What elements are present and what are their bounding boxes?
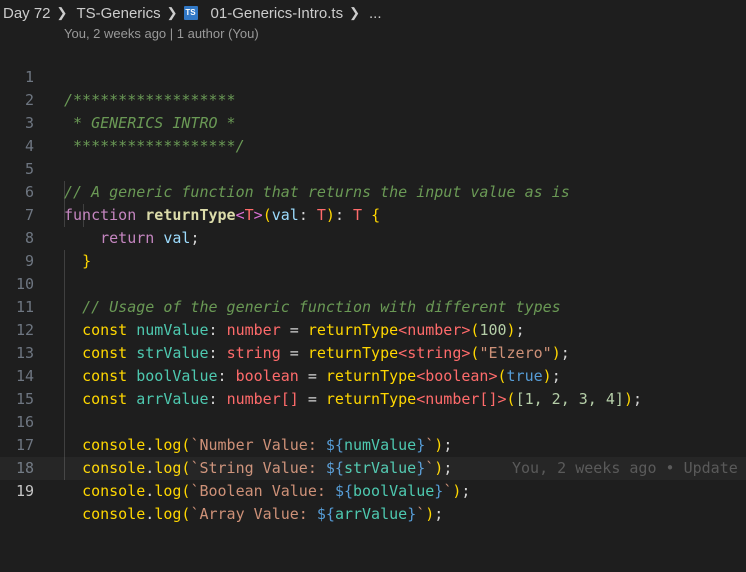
breadcrumb-folder-day72[interactable]: Day 72: [0, 5, 51, 22]
chevron-right-icon: ❯: [349, 5, 360, 20]
breadcrumb-folder-ts-generics[interactable]: TS-Generics: [73, 5, 160, 22]
code-line: 14 const arrValue: number[] = returnType…: [0, 342, 746, 408]
git-blame-inline: You, 2 weeks ago • Update: [512, 459, 738, 477]
code-line: 16 console.log(`Number Value: ${numValue…: [0, 388, 746, 454]
code-line: 11 const numValue: number = returnType<n…: [0, 273, 746, 339]
code-line: 2 * GENERICS INTRO *: [0, 66, 746, 132]
code-line: 8 }: [0, 204, 746, 270]
code-line: 13 const boolValue: boolean = returnType…: [0, 319, 746, 385]
code-line: 6 function returnType<T>(val: T): T {: [0, 158, 746, 224]
chevron-right-icon: ❯: [166, 5, 178, 20]
typescript-file-icon: TS: [183, 6, 198, 20]
code-line: 9: [0, 227, 746, 270]
code-line: 12 const strValue: string = returnType<s…: [0, 296, 746, 362]
git-blame-codelens[interactable]: You, 2 weeks ago | 1 author (You): [64, 26, 259, 43]
code-line: 10 // Usage of the generic function with…: [0, 250, 746, 316]
code-line-active: 19 console.log(`Array Value: ${arrValue}…: [0, 457, 746, 523]
code-line: 7 return val;: [0, 181, 746, 247]
code-line: 4: [0, 112, 746, 155]
code-line: 15: [0, 365, 746, 408]
code-line: 1 /******************: [0, 43, 746, 109]
code-line: 5 // A generic function that returns the…: [0, 135, 746, 201]
code-text: console.log(`Array Value: ${arrValue}`);: [82, 505, 444, 523]
breadcrumb-file[interactable]: 01-Generics-Intro.ts: [208, 5, 344, 22]
code-line: 18 console.log(`Boolean Value: ${boolVal…: [0, 434, 746, 500]
code-text: console.log(`Boolean Value: ${boolValue}…: [82, 482, 471, 500]
chevron-right-icon: ❯: [56, 5, 68, 20]
breadcrumb-symbols[interactable]: ...: [366, 5, 382, 22]
line-number: 19: [15, 482, 34, 500]
breadcrumb: Day 72 ❯ TS-Generics ❯ TS 01-Generics-In…: [0, 0, 746, 26]
code-editor[interactable]: 1 /****************** 2 * GENERICS INTRO…: [0, 43, 746, 523]
code-line: 17 console.log(`String Value: ${strValue…: [0, 411, 746, 477]
code-line: 3 ******************/: [0, 89, 746, 155]
